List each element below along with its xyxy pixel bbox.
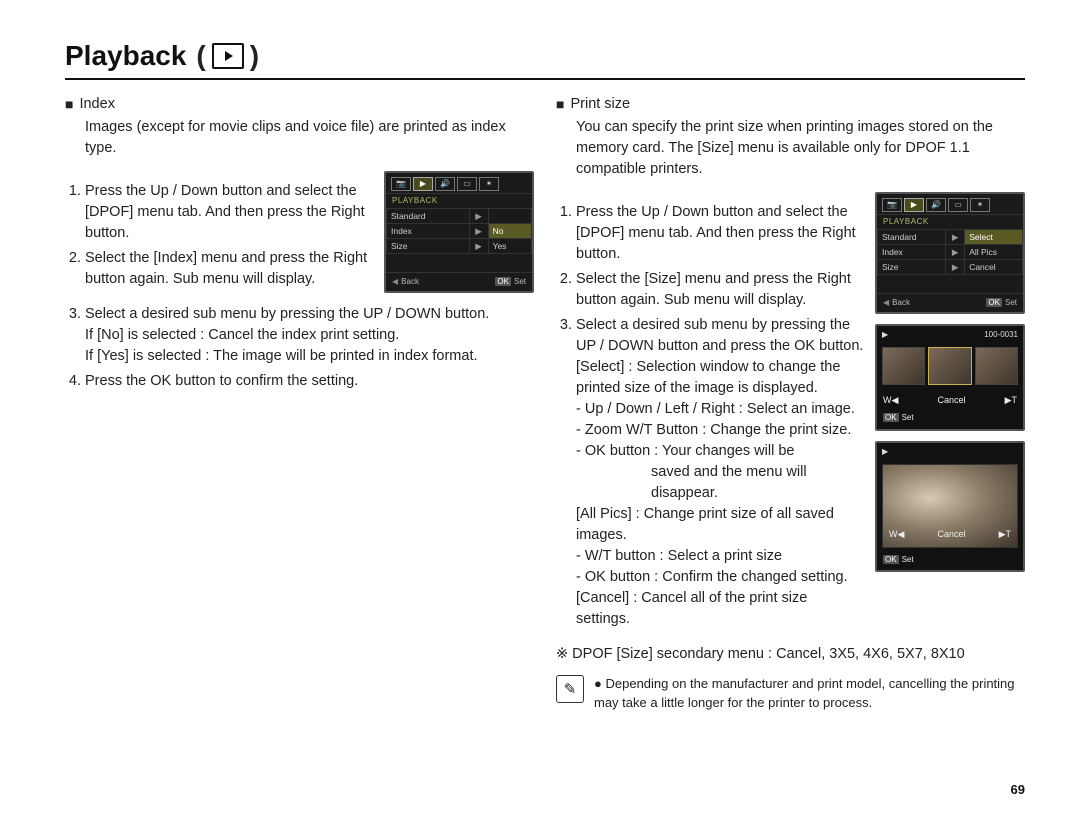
pencil-icon: ✎ bbox=[564, 679, 577, 701]
title-icon-group: ( ) bbox=[196, 40, 259, 72]
tab-camera-icon: 📷 bbox=[882, 198, 902, 212]
lcd-menu-table: Standard▶Select Index▶All Pics Size▶Canc… bbox=[877, 229, 1023, 276]
w-button-label: W◀ bbox=[889, 528, 904, 541]
left-step-3a: If [No] is selected : Cancel the index p… bbox=[85, 327, 399, 343]
opt-zoom: - Zoom W/T Button : Change the print siz… bbox=[576, 422, 851, 438]
title-rule bbox=[65, 78, 1025, 80]
tab-camera-icon: 📷 bbox=[391, 177, 411, 191]
opt-ok: - OK button : Your changes will be bbox=[576, 443, 794, 459]
t-button-label: ▶T bbox=[999, 528, 1011, 541]
t-button-label: ▶T bbox=[1005, 394, 1017, 407]
page-number: 69 bbox=[1011, 782, 1025, 797]
lcd-back-label: Back bbox=[401, 277, 419, 286]
cancel-label: [Cancel] : bbox=[576, 590, 637, 606]
left-step-3: Select a desired sub menu by pressing th… bbox=[85, 304, 534, 367]
tab-play-icon: ▶ bbox=[413, 177, 433, 191]
lcd-screenshot-size: 📷 ▶ 🔊 ▭ ✶ PLAYBACK Standard▶Select Index… bbox=[875, 192, 1025, 314]
w-button-label: W◀ bbox=[883, 394, 898, 407]
thumbnail-selected bbox=[928, 347, 971, 385]
lcd-screenshot-index: 📷 ▶ 🔊 ▭ ✶ PLAYBACK Standard▶ Index▶No Si… bbox=[384, 171, 534, 293]
allpics-label: [All Pics] : bbox=[576, 506, 640, 522]
note-icon: ✎ bbox=[556, 675, 584, 703]
right-step-2: Select the [Size] menu and press the Rig… bbox=[576, 269, 865, 311]
left-heading: Index bbox=[79, 94, 114, 115]
left-intro: Images (except for movie clips and voice… bbox=[85, 117, 534, 159]
lcd-menu-table: Standard▶ Index▶No Size▶Yes bbox=[386, 208, 532, 255]
lcd-row: Index bbox=[387, 223, 470, 238]
footnote-row: ✎ ● Depending on the manufacturer and pr… bbox=[556, 675, 1025, 711]
right-intro: You can specify the print size when prin… bbox=[576, 117, 1025, 180]
play-icon bbox=[212, 43, 244, 69]
lcd-set-label: Set bbox=[514, 277, 526, 286]
bullet-icon: ● bbox=[594, 676, 602, 691]
tab-sound-icon: 🔊 bbox=[926, 198, 946, 212]
thumbnail bbox=[975, 347, 1018, 385]
bullet-square-icon: ■ bbox=[65, 94, 73, 114]
cancel-label: Cancel bbox=[937, 528, 965, 541]
left-column: ■ Index Images (except for movie clips a… bbox=[65, 94, 534, 712]
lcd-section-label: PLAYBACK bbox=[877, 215, 1023, 229]
manual-page: Playback ( ) ■ Index Images (except for … bbox=[0, 0, 1080, 815]
left-step-1: Press the Up / Down button and select th… bbox=[85, 181, 374, 244]
footnote-text: Depending on the manufacturer and print … bbox=[594, 676, 1015, 709]
tab-display-icon: ▭ bbox=[948, 198, 968, 212]
left-step-2: Select the [Index] menu and press the Ri… bbox=[85, 248, 374, 290]
photo-preview: W◀ Cancel ▶T bbox=[882, 464, 1018, 548]
page-title: Playback bbox=[65, 40, 186, 72]
left-step-4: Press the OK button to confirm the setti… bbox=[85, 371, 534, 392]
allpics-ok: - OK button : Confirm the changed settin… bbox=[576, 569, 848, 585]
right-step-1: Press the Up / Down button and select th… bbox=[576, 202, 865, 265]
lcd-row: Standard bbox=[387, 208, 470, 223]
lcd-section-label: PLAYBACK bbox=[386, 194, 532, 208]
right-step-3: Select a desired sub menu by pressing th… bbox=[576, 315, 865, 630]
lcd-screenshot-select: ▶ 100-0031 W◀ Cancel ▶T bbox=[875, 324, 1025, 431]
tab-play-icon: ▶ bbox=[904, 198, 924, 212]
allpics-wt: - W/T button : Select a print size bbox=[576, 548, 782, 564]
right-heading: Print size bbox=[570, 94, 630, 115]
lcd-screenshot-allpics: ▶ W◀ Cancel ▶T OKSet bbox=[875, 441, 1025, 572]
cancel-label: Cancel bbox=[937, 394, 965, 407]
play-icon: ▶ bbox=[882, 446, 888, 458]
tab-gear-icon: ✶ bbox=[970, 198, 990, 212]
play-icon: ▶ bbox=[882, 329, 888, 341]
bullet-square-icon: ■ bbox=[556, 94, 564, 114]
select-label: [Select] : bbox=[576, 359, 632, 375]
lcd-row: Size bbox=[387, 239, 470, 254]
thumbnail bbox=[882, 347, 925, 385]
opt-udlr: - Up / Down / Left / Right : Select an i… bbox=[576, 401, 855, 417]
set-label: Set bbox=[902, 413, 914, 422]
tab-gear-icon: ✶ bbox=[479, 177, 499, 191]
photo-counter: 100-0031 bbox=[984, 329, 1018, 341]
right-column: ■ Print size You can specify the print s… bbox=[556, 94, 1025, 712]
left-step-3b: If [Yes] is selected : The image will be… bbox=[85, 348, 478, 364]
tab-sound-icon: 🔊 bbox=[435, 177, 455, 191]
set-label: Set bbox=[902, 555, 914, 564]
dpof-secondary-menu: ※ DPOF [Size] secondary menu : Cancel, 3… bbox=[556, 644, 1025, 665]
opt-ok-cont: saved and the menu will disappear. bbox=[651, 462, 865, 504]
tab-display-icon: ▭ bbox=[457, 177, 477, 191]
page-title-row: Playback ( ) bbox=[65, 40, 1025, 72]
